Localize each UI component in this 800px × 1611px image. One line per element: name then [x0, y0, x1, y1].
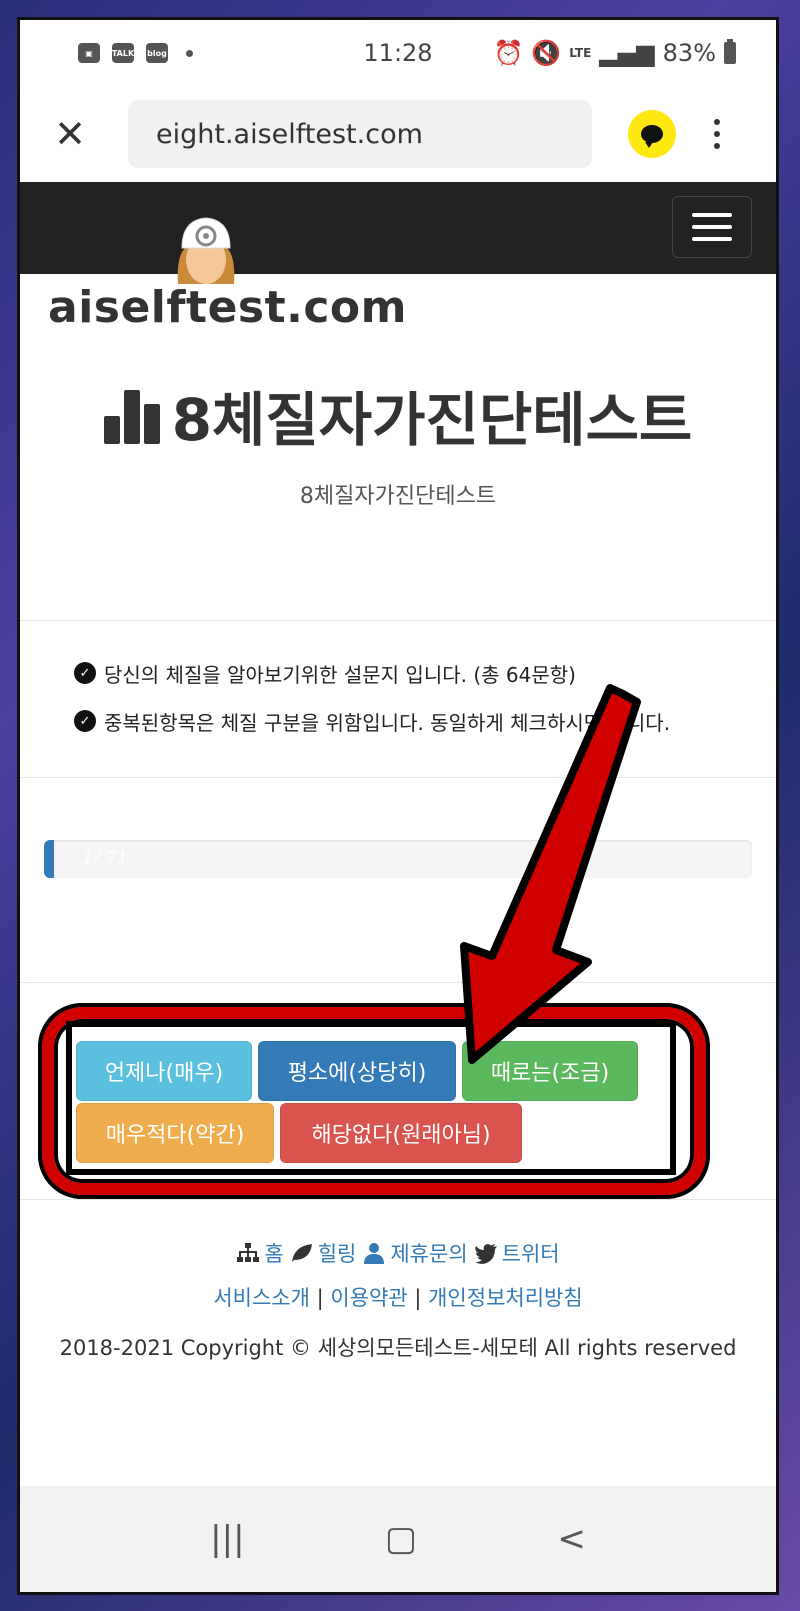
page-title-text: 8체질자가진단테스트	[171, 386, 693, 454]
mute-icon: 🔇	[531, 39, 562, 67]
phone-screen: ▣ TALK blog 11:28 ⏰ 🔇 LTE ▂▄▆ 83% ✕ eigh…	[17, 17, 779, 1595]
blog-icon: blog	[146, 43, 168, 63]
more-notifications-dot	[186, 49, 193, 57]
menu-toggle-button[interactable]	[672, 196, 752, 258]
site-footer: 홈 힐링 제휴문의 트위터 서비스소개 | 이용약관 | 개인정보처리방침 20…	[20, 1200, 776, 1362]
site-logo-text[interactable]: aiselftest.com	[20, 274, 776, 344]
privacy-link[interactable]: 개인정보처리방침	[428, 1286, 583, 1310]
page-subtitle: 8체질자가진단테스트	[299, 484, 497, 509]
home-icon[interactable]: ▢	[385, 1519, 417, 1559]
android-navigation-bar: ||| ▢ <	[20, 1486, 776, 1592]
info-item: ✓ 당신의 체질을 알아보기위한 설문지 입니다. (총 64문항)	[74, 649, 776, 697]
partnership-label: 제휴문의	[390, 1242, 468, 1266]
alarm-icon: ⏰	[493, 39, 524, 67]
close-icon[interactable]: ✕	[50, 112, 90, 156]
chat-bubble-icon	[641, 125, 663, 148]
system-icons: ⏰ 🔇 LTE ▂▄▆ 83%	[493, 39, 736, 67]
separator: |	[316, 1286, 324, 1310]
twitter-icon	[474, 1244, 497, 1264]
browser-toolbar: ✕ eight.aiselftest.com	[20, 86, 776, 182]
footer-healing-link[interactable]: 힐링	[290, 1238, 357, 1268]
more-options-icon[interactable]	[714, 119, 720, 149]
page-title: 8체질자가진단테스트	[20, 384, 776, 456]
info-text: 당신의 체질을 알아보기위한 설문지 입니다. (총 64문항)	[104, 662, 576, 687]
bar-chart-icon	[103, 390, 160, 444]
progress-label: 1/ 71	[82, 848, 129, 869]
talk-icon: TALK	[112, 43, 134, 63]
url-bar[interactable]: eight.aiselftest.com	[128, 100, 592, 168]
progress-section: 1/ 71	[20, 778, 776, 982]
answer-options: 언제나(매우) 평소에(상당히) 때로는(조금) 매우적다(약간) 해당없다(원…	[20, 983, 776, 1199]
back-icon[interactable]: <	[557, 1519, 586, 1559]
home-label: 홈	[264, 1242, 284, 1266]
check-circle-icon: ✓	[74, 662, 96, 684]
battery-icon	[724, 39, 736, 64]
footer-twitter-link[interactable]: 트위터	[474, 1238, 560, 1268]
highlight-annotation	[38, 1003, 710, 1199]
footer-policy-links: 서비스소개 | 이용약관 | 개인정보처리방침	[20, 1282, 776, 1312]
network-type: LTE	[569, 45, 592, 60]
progress-fill	[44, 840, 54, 878]
healing-label: 힐링	[317, 1242, 357, 1266]
site-navbar	[20, 182, 776, 284]
answer-rarely-button[interactable]: 매우적다(약간)	[76, 1103, 274, 1163]
sitemap-icon	[237, 1243, 260, 1262]
check-circle-icon: ✓	[74, 710, 96, 732]
progress-bar: 1/ 71	[44, 840, 752, 878]
copyright: 2018-2021 Copyright © 세상의모든테스트-세모테 All r…	[59, 1336, 737, 1360]
notification-icons: ▣ TALK blog	[78, 43, 193, 63]
answer-sometimes-button[interactable]: 때로는(조금)	[462, 1041, 638, 1101]
footer-home-link[interactable]: 홈	[236, 1238, 284, 1268]
separator: |	[414, 1286, 422, 1310]
info-text: 중복된항목은 체질 구분을 위함입니다. 동일하게 체크하시면 됩니다.	[104, 710, 671, 735]
answer-usually-button[interactable]: 평소에(상당히)	[258, 1041, 456, 1101]
recent-apps-icon[interactable]: |||	[210, 1519, 244, 1559]
service-link[interactable]: 서비스소개	[213, 1286, 310, 1310]
twitter-label: 트위터	[501, 1242, 560, 1266]
answer-always-button[interactable]: 언제나(매우)	[76, 1041, 252, 1101]
user-icon	[364, 1243, 385, 1264]
signal-icon: ▂▄▆	[599, 39, 655, 67]
leaf-icon	[291, 1244, 312, 1262]
footer-partnership-link[interactable]: 제휴문의	[362, 1238, 468, 1268]
kakao-share-button[interactable]	[628, 110, 676, 158]
terms-link[interactable]: 이용약관	[330, 1286, 407, 1310]
footer-nav: 홈 힐링 제휴문의 트위터	[20, 1238, 776, 1268]
status-bar: ▣ TALK blog 11:28 ⏰ 🔇 LTE ▂▄▆ 83%	[20, 20, 776, 86]
image-icon: ▣	[78, 43, 100, 63]
info-item: ✓ 중복된항목은 체질 구분을 위함입니다. 동일하게 체크하시면 됩니다.	[74, 697, 776, 745]
battery-percent: 83%	[662, 39, 716, 67]
answer-never-button[interactable]: 해당없다(원래아님)	[280, 1103, 522, 1163]
info-list: ✓ 당신의 체질을 알아보기위한 설문지 입니다. (총 64문항) ✓ 중복된…	[20, 621, 776, 777]
